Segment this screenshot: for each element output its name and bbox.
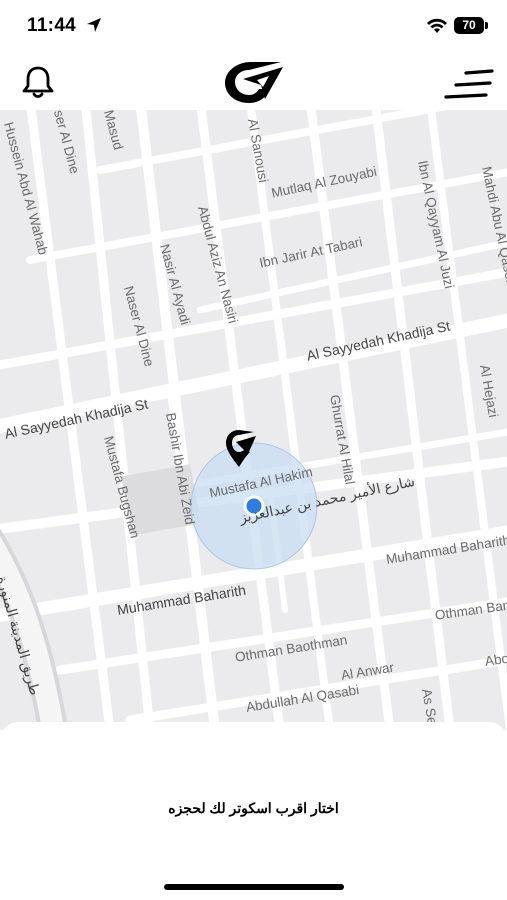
bottom-sheet: اختار اقرب اسكوتر لك لحجزه	[0, 722, 507, 900]
app-header	[0, 52, 507, 110]
status-time: 11:44	[27, 15, 77, 36]
bell-icon[interactable]	[18, 64, 58, 100]
battery-indicator: 70	[454, 17, 484, 34]
brand-logo-icon	[225, 62, 283, 103]
battery-tip	[485, 22, 488, 29]
status-bar: 11:44 70	[0, 0, 507, 52]
wifi-icon	[427, 18, 447, 33]
menu-icon[interactable]	[444, 68, 494, 102]
street-label: Abo	[484, 650, 507, 669]
home-indicator[interactable]	[164, 884, 344, 890]
location-arrow-icon	[87, 18, 101, 32]
scooter-prompt-text: اختار اقرب اسكوتر لك لحجزه	[168, 800, 339, 816]
map-view[interactable]: Hussein Abd Al Wahab ser Al Dine Masud A…	[0, 110, 507, 730]
